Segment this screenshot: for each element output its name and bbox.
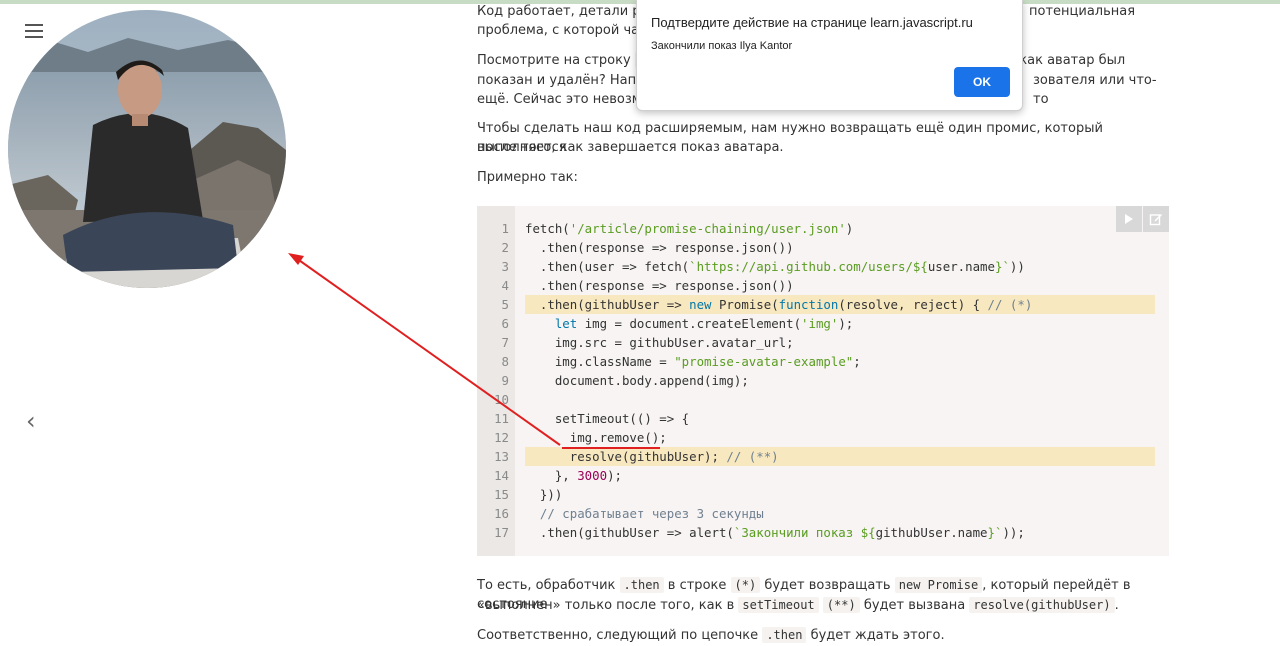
code-text: let img = document.createElement('img'); bbox=[554, 316, 854, 331]
line-number: 10 bbox=[494, 392, 509, 407]
line-number: 1 bbox=[501, 221, 509, 236]
code-line: 15 })) bbox=[477, 485, 1169, 504]
code-line: 14 }, 3000); bbox=[477, 466, 1169, 485]
line-number: 17 bbox=[494, 525, 509, 540]
line-number: 6 bbox=[501, 316, 509, 331]
code-text: document.body.append(img); bbox=[525, 373, 749, 388]
paragraph-6-text-b: будет ждать этого. bbox=[810, 628, 945, 643]
paragraph-5-text-f: будет вызвана bbox=[863, 598, 966, 613]
code-text: // срабатывает через 3 секунды bbox=[539, 506, 764, 521]
line-number: 16 bbox=[494, 506, 509, 521]
line-number: 15 bbox=[494, 487, 509, 502]
code-text: .then(user => fetch(`https://api.github.… bbox=[525, 259, 1025, 274]
paragraph-5-text-c: будет возвращать bbox=[764, 578, 891, 593]
code-text: })) bbox=[525, 487, 563, 502]
line-number: 11 bbox=[494, 411, 509, 426]
paragraph-2-text-c: показан и удалён? Напри bbox=[477, 73, 653, 88]
line-number: 13 bbox=[494, 449, 509, 464]
line-number: 8 bbox=[501, 354, 509, 369]
paragraph-3-line-2: после того, как завершается показ аватар… bbox=[477, 138, 1167, 157]
code-line: 4 .then(response => response.json()) bbox=[477, 276, 1169, 295]
paragraph-5-code-6: resolve(githubUser) bbox=[969, 597, 1115, 613]
code-text: .then(githubUser => new Promise(function… bbox=[525, 297, 1033, 312]
line-number: 4 bbox=[501, 278, 509, 293]
code-line: 7 img.src = githubUser.avatar_url; bbox=[477, 333, 1169, 352]
code-text: img.src = githubUser.avatar_url; bbox=[525, 335, 794, 350]
chevron-left-icon[interactable]: ‹ bbox=[26, 409, 36, 433]
confirm-dialog: Подтвердите действие на странице learn.j… bbox=[636, 0, 1023, 111]
paragraph-5-code-3: new Promise bbox=[894, 577, 983, 593]
line-number: 14 bbox=[494, 468, 509, 483]
paragraph-1-text-a: Код работает, детали реа bbox=[477, 4, 657, 19]
paragraph-5-text-g: . bbox=[1114, 598, 1119, 613]
code-text: resolve(githubUser); // (**) bbox=[525, 449, 779, 464]
code-line: 17 .then(githubUser => alert(`Закончили … bbox=[477, 523, 1169, 542]
code-line: 12 img.remove(); bbox=[477, 428, 1169, 447]
line-number: 2 bbox=[501, 240, 509, 255]
paragraph-6-text-a: Соответственно, следующий по цепочке bbox=[477, 628, 759, 643]
hamburger-menu-icon[interactable] bbox=[25, 24, 43, 38]
paragraph-4-text: Примерно так: bbox=[477, 170, 578, 185]
code-text: .then(githubUser => alert(`Закончили пок… bbox=[525, 525, 1025, 540]
code-text: img.className = "promise-avatar-example"… bbox=[525, 354, 861, 369]
line-number: 3 bbox=[501, 259, 509, 274]
code-text: setTimeout(() => { bbox=[525, 411, 690, 426]
code-line: 11 setTimeout(() => { bbox=[477, 409, 1169, 428]
code-line-highlighted: 5 .then(githubUser => new Promise(functi… bbox=[477, 295, 1169, 314]
paragraph-2-text-e: ещё. Сейчас это невозмо bbox=[477, 92, 650, 107]
paragraph-6-code: .then bbox=[762, 627, 807, 643]
paragraph-2-text-a: Посмотрите на строку bbox=[477, 53, 631, 68]
code-text: .then(response => response.json()) bbox=[525, 240, 794, 255]
code-block: 1 fetch('/article/promise-chaining/user.j… bbox=[477, 206, 1169, 556]
dialog-message: Закончили показ Ilya Kantor bbox=[651, 40, 793, 52]
code-line: 8 img.className = "promise-avatar-exampl… bbox=[477, 352, 1169, 371]
code-line: 1 fetch('/article/promise-chaining/user.j… bbox=[477, 219, 1169, 238]
paragraph-6: Соответственно, следующий по цепочке .th… bbox=[477, 626, 1167, 645]
paragraph-1-text-c: проблема, с которой час bbox=[477, 23, 647, 38]
ok-button[interactable]: OK bbox=[954, 67, 1010, 97]
line-number: 5 bbox=[501, 297, 509, 312]
paragraph-5-text-b: в строке bbox=[667, 578, 727, 593]
code-line: 10 bbox=[477, 390, 1169, 409]
code-line: 6 let img = document.createElement('img'… bbox=[477, 314, 1169, 333]
paragraph-5-code-1: .then bbox=[619, 577, 664, 593]
code-line-highlighted: 13 resolve(githubUser); // (**) bbox=[477, 447, 1169, 466]
paragraph-5-code-2: (*) bbox=[730, 577, 761, 593]
code-text: .then(response => response.json()) bbox=[525, 278, 794, 293]
avatar-image bbox=[8, 10, 286, 288]
paragraph-5-line-2: «выполнен» только после того, как в setT… bbox=[477, 596, 1167, 615]
paragraph-5-text-a: То есть, обработчик bbox=[477, 578, 616, 593]
line-number: 7 bbox=[501, 335, 509, 350]
code-line: 3 .then(user => fetch(`https://api.githu… bbox=[477, 257, 1169, 276]
line-number: 12 bbox=[494, 430, 509, 445]
paragraph-4: Примерно так: bbox=[477, 168, 1167, 187]
code-line: 2 .then(response => response.json()) bbox=[477, 238, 1169, 257]
paragraph-5-code-4: setTimeout bbox=[738, 597, 819, 613]
paragraph-5-text-e: «выполнен» только после того, как в bbox=[477, 598, 735, 613]
code-text: fetch('/article/promise-chaining/user.js… bbox=[525, 221, 854, 236]
code-line: 9 document.body.append(img); bbox=[477, 371, 1169, 390]
code-text: img.remove(); bbox=[525, 430, 667, 445]
line-number: 9 bbox=[501, 373, 509, 388]
paragraph-5-code-5: (**) bbox=[822, 597, 860, 613]
code-line: 16 // срабатывает через 3 секунды bbox=[477, 504, 1169, 523]
paragraph-2-text-b: , как аватар был bbox=[1011, 53, 1126, 68]
paragraph-3-line-2-text: после того, как завершается показ аватар… bbox=[477, 140, 784, 155]
code-text: }, 3000); bbox=[525, 468, 622, 483]
dialog-title: Подтвердите действие на странице learn.j… bbox=[651, 15, 973, 30]
paragraph-1-text-b: потенциальная bbox=[1029, 4, 1136, 19]
